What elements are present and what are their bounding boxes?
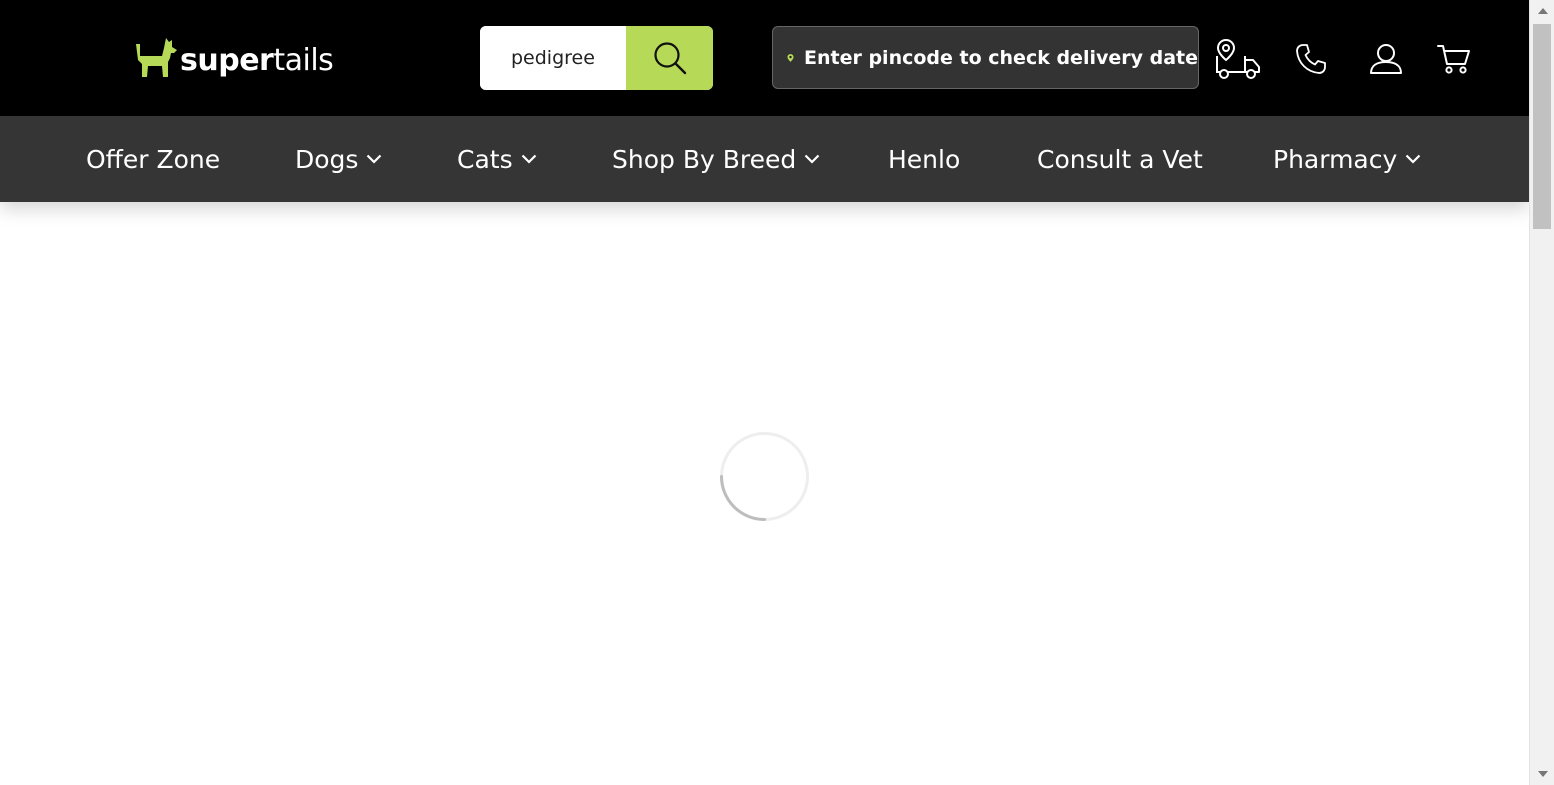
chevron-down-icon	[367, 154, 382, 164]
delivery-truck-icon	[1216, 38, 1260, 79]
scroll-up-arrow-icon[interactable]	[1530, 2, 1554, 20]
pincode-label: Enter pincode to check delivery date	[804, 46, 1198, 69]
pincode-checker[interactable]: Enter pincode to check delivery date	[772, 26, 1199, 89]
nav-item-label: Shop By Breed	[612, 144, 797, 174]
vertical-scrollbar[interactable]	[1529, 0, 1554, 785]
chevron-down-icon	[521, 154, 536, 164]
chevron-down-icon	[1406, 154, 1421, 164]
nav-item-label: Henlo	[888, 144, 961, 174]
phone-button[interactable]	[1294, 42, 1328, 76]
phone-icon	[1296, 44, 1326, 74]
delivery-button[interactable]	[1215, 38, 1261, 80]
nav-item-cats[interactable]: Cats	[457, 116, 537, 202]
nav-item-henlo[interactable]: Henlo	[888, 116, 960, 202]
nav-item-consult-a-vet[interactable]: Consult a Vet	[1037, 116, 1203, 202]
nav-item-label: Offer Zone	[86, 144, 221, 174]
nav-item-offer-zone[interactable]: Offer Zone	[86, 116, 220, 202]
nav-item-shop-by-breed[interactable]: Shop By Breed	[612, 116, 820, 202]
nav-item-label: Consult a Vet	[1037, 144, 1203, 174]
cart-button[interactable]	[1436, 42, 1472, 76]
supertails-logo[interactable]: supertails	[134, 32, 334, 78]
account-button[interactable]	[1368, 42, 1404, 76]
loading-spinner-icon	[720, 432, 809, 521]
nav-item-dogs[interactable]: Dogs	[295, 116, 382, 202]
user-icon	[1370, 44, 1402, 74]
search-button[interactable]	[626, 26, 713, 90]
dog-logo-icon	[136, 38, 177, 77]
page-viewport: supertails Enter pincode to check delive…	[0, 0, 1529, 785]
main-nav: Offer Zone Dogs Cats Shop By Breed Henlo…	[0, 116, 1529, 202]
cart-icon	[1437, 45, 1470, 74]
search-input[interactable]	[480, 26, 626, 90]
nav-item-label: Cats	[457, 144, 513, 174]
search-bar	[480, 26, 713, 90]
search-icon	[653, 42, 686, 75]
location-pin-icon	[787, 53, 794, 62]
nav-item-label: Pharmacy	[1273, 144, 1398, 174]
logo-wordmark: supertails	[180, 43, 334, 78]
scroll-down-arrow-icon[interactable]	[1530, 765, 1554, 783]
site-header: supertails Enter pincode to check delive…	[0, 0, 1529, 116]
nav-item-pharmacy[interactable]: Pharmacy	[1273, 116, 1421, 202]
chevron-down-icon	[804, 154, 820, 164]
nav-item-label: Dogs	[295, 144, 359, 174]
scrollbar-thumb[interactable]	[1533, 24, 1551, 229]
